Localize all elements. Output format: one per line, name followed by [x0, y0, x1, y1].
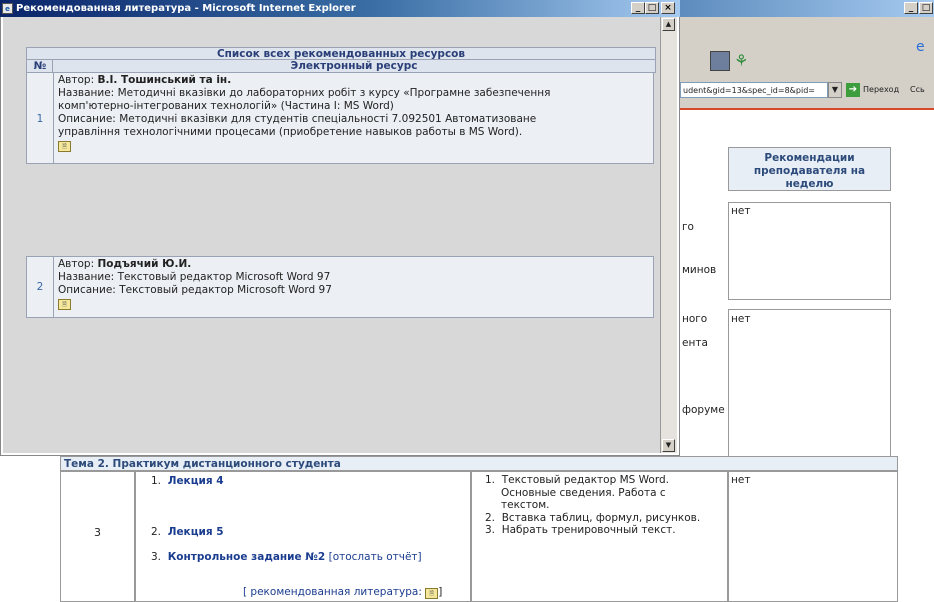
recommendation-value: нет [731, 474, 751, 486]
media-icon[interactable] [710, 51, 730, 71]
popup-titlebar: e Рекомендованная литература - Microsoft… [0, 0, 680, 17]
resource-row: 2 Автор: Подъячий Ю.И. Название: Текстов… [26, 256, 654, 318]
recommended-literature-link[interactable]: [ рекомендованная литература: [243, 586, 422, 598]
resource-details: Автор: В.І. Тошинський та ін. Название: … [58, 74, 551, 152]
text-fragment: минов [682, 264, 717, 276]
open-resource-icon[interactable]: 🗎 [58, 299, 71, 310]
tab-underline [678, 108, 934, 110]
go-button[interactable]: ➔ Переход [846, 82, 899, 98]
author-name: В.І. Тошинський та ін. [97, 74, 232, 86]
lecture-item: 2. Лекция 5 [151, 526, 224, 538]
row-number: 1 [27, 73, 54, 163]
maximize-button[interactable]: □ [919, 2, 933, 14]
messenger-icon[interactable]: ⚘ [734, 51, 748, 70]
resources-table-title: Список всех рекомендованных ресурсов [26, 47, 656, 61]
address-dropdown-button[interactable]: ▼ [828, 82, 842, 98]
scroll-down-button[interactable]: ▼ [662, 439, 675, 452]
address-input[interactable]: udent&gid=13&spec_id=8&pid= [680, 82, 828, 98]
lower-schedule-table: Тема 2. Практикум дистанционного студент… [60, 456, 898, 602]
rec-value: нет [731, 205, 751, 217]
lecture-link[interactable]: Лекция 5 [168, 526, 224, 538]
scroll-up-button[interactable]: ▲ [662, 18, 675, 31]
links-label[interactable]: Ссь [910, 82, 925, 98]
send-report-link[interactable]: [отослать отчёт] [329, 551, 422, 563]
rec-cell [728, 202, 891, 300]
literature-link-row: [ рекомендованная литература: 🗎] [243, 586, 443, 599]
assignment-link[interactable]: Контрольное задание №2 [168, 551, 326, 563]
recommendation-cell [728, 471, 898, 602]
column-header-recommendations: Рекомендации преподавателя на неделю [728, 147, 891, 191]
popup-title-text: Рекомендованная литература - Microsoft I… [16, 3, 356, 14]
resource-details: Автор: Подъячий Ю.И. Название: Текстовый… [58, 258, 332, 310]
theme-row: Тема 2. Практикум дистанционного студент… [60, 456, 898, 471]
text-fragment: ного [682, 313, 708, 325]
popup-close-button[interactable]: × [661, 2, 675, 14]
lecture-link[interactable]: Лекция 4 [168, 475, 224, 487]
text-fragment: форуме [682, 404, 725, 416]
popup-scrollbar[interactable]: ▲ ▼ [660, 17, 677, 453]
address-bar: udent&gid=13&spec_id=8&pid= ▼ ➔ Переход С… [678, 80, 934, 102]
literature-icon[interactable]: 🗎 [425, 588, 439, 599]
ie-page-icon: e [2, 3, 13, 14]
row-number: 2 [27, 257, 54, 317]
rec-cell [728, 309, 891, 457]
popup-maximize-button[interactable]: □ [645, 2, 659, 14]
week-number: 3 [94, 526, 101, 539]
rec-value: нет [731, 313, 751, 325]
open-resource-icon[interactable]: 🗎 [58, 141, 71, 152]
lecture-item: 3. Контрольное задание №2 [отослать отчё… [151, 551, 422, 563]
resources-table-header: № Электронный ресурс [26, 59, 656, 73]
lecture-item: 1. Лекция 4 [151, 475, 224, 487]
text-fragment: ента [682, 337, 708, 349]
resource-row: 1 Автор: В.І. Тошинський та ін. Название… [26, 72, 654, 164]
column-header-resource: Электронный ресурс [52, 59, 656, 73]
popup-minimize-button[interactable]: _ [631, 2, 645, 14]
topic-item: 1. Текстовый редактор MS Word. Основные … [485, 474, 701, 536]
column-header-number: № [26, 59, 54, 73]
author-name: Подъячий Ю.И. [97, 258, 192, 270]
minimize-button[interactable]: _ [904, 2, 918, 14]
ie-logo-icon: e [916, 39, 925, 55]
go-arrow-icon: ➔ [846, 82, 860, 97]
text-fragment: го [682, 221, 694, 233]
